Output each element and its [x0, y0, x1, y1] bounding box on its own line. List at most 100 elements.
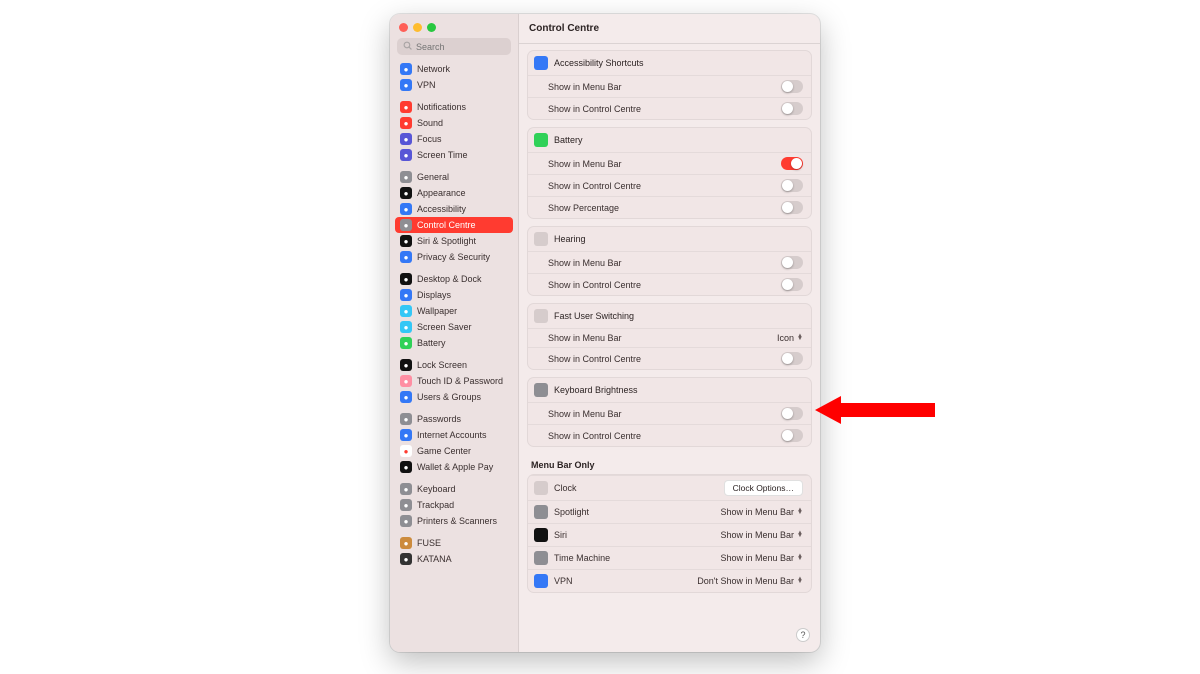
dropdown[interactable]: Show in Menu Bar▲▼: [721, 530, 804, 540]
chevron-updown-icon: ▲▼: [797, 532, 803, 538]
key-icon: ●: [400, 413, 412, 425]
toggle-switch[interactable]: [781, 278, 803, 291]
section-hearing: HearingShow in Menu BarShow in Control C…: [527, 226, 812, 296]
setting-label: Show in Control Centre: [548, 431, 641, 441]
sidebar-item-network[interactable]: ●Network: [395, 61, 513, 77]
sidebar-item-label: Focus: [417, 134, 442, 144]
sidebar-item-touch-id-password[interactable]: ●Touch ID & Password: [395, 373, 513, 389]
dropdown[interactable]: Show in Menu Bar▲▼: [721, 553, 804, 563]
search-input[interactable]: [416, 42, 533, 52]
row-icon: [534, 481, 548, 495]
sidebar-item-wallet-apple-pay[interactable]: ● Wallet & Apple Pay: [395, 459, 513, 475]
sidebar-item-trackpad[interactable]: ●Trackpad: [395, 497, 513, 513]
gear-icon: ●: [400, 171, 412, 183]
setting-row: Show in Control Centre: [528, 273, 811, 295]
toggle-switch[interactable]: [781, 157, 803, 170]
sidebar-item-accessibility[interactable]: ●Accessibility: [395, 201, 513, 217]
row-title: VPN: [554, 576, 573, 586]
sidebar-item-sound[interactable]: ●Sound: [395, 115, 513, 131]
help-button[interactable]: ?: [796, 628, 810, 642]
sidebar-item-label: FUSE: [417, 538, 441, 548]
row-title: Time Machine: [554, 553, 610, 563]
toggle-switch[interactable]: [781, 102, 803, 115]
toggle-switch[interactable]: [781, 80, 803, 93]
sidebar-item-label: Accessibility: [417, 204, 466, 214]
hourglass-icon: ●: [400, 149, 412, 161]
sound-icon: ●: [400, 117, 412, 129]
setting-row: Show in Menu Bar: [528, 402, 811, 424]
sidebar-item-notifications[interactable]: ●Notifications: [395, 99, 513, 115]
sidebar-item-privacy-security[interactable]: ●Privacy & Security: [395, 249, 513, 265]
zoom-window-button[interactable]: [427, 23, 436, 32]
sidebar-item-internet-accounts[interactable]: ●Internet Accounts: [395, 427, 513, 443]
sidebar-item-katana[interactable]: ●KATANA: [395, 551, 513, 567]
section-icon: [534, 383, 548, 397]
dropdown[interactable]: Don't Show in Menu Bar▲▼: [697, 576, 803, 586]
sidebar-item-game-center[interactable]: ●Game Center: [395, 443, 513, 459]
section-header: Accessibility Shortcuts: [528, 51, 811, 75]
section-fast-user-switching: Fast User SwitchingShow in Menu BarIcon▲…: [527, 303, 812, 370]
chevron-updown-icon: ▲▼: [797, 555, 803, 561]
display-icon: ●: [400, 289, 412, 301]
sidebar-item-lock-screen[interactable]: ●Lock Screen: [395, 357, 513, 373]
minimize-window-button[interactable]: [413, 23, 422, 32]
printer-icon: ●: [400, 515, 412, 527]
moon-icon: ●: [400, 133, 412, 145]
lock-icon: ●: [400, 359, 412, 371]
sidebar-item-label: Game Center: [417, 446, 471, 456]
annotation-arrow: [815, 396, 935, 424]
content-scroll[interactable]: Accessibility Shortcuts Show in Menu Bar S…: [519, 44, 820, 652]
section-title: Keyboard Brightness: [554, 385, 638, 395]
sidebar-item-focus[interactable]: ● Focus: [395, 131, 513, 147]
toggle-switch[interactable]: [781, 352, 803, 365]
section-title: Battery: [554, 135, 583, 145]
search-field[interactable]: [397, 38, 511, 55]
sidebar-item-general[interactable]: ●General: [395, 169, 513, 185]
menubar-row-time-machine: Time Machine Show in Menu Bar▲▼: [528, 546, 811, 569]
setting-row: Show in Control Centre: [528, 424, 811, 446]
sidebar-item-keyboard[interactable]: ●Keyboard: [395, 481, 513, 497]
sidebar-item-screen-time[interactable]: ● Screen Time: [395, 147, 513, 163]
toggle-switch[interactable]: [781, 429, 803, 442]
sidebar-item-label: Wallet & Apple Pay: [417, 462, 493, 472]
sidebar-item-label: Keyboard: [417, 484, 456, 494]
sidebar-item-printers-scanners[interactable]: ● Printers & Scanners: [395, 513, 513, 529]
sidebar-item-fuse[interactable]: ●FUSE: [395, 535, 513, 551]
sidebar-item-label: Appearance: [417, 188, 466, 198]
toggle-switch[interactable]: [781, 407, 803, 420]
sidebar-item-vpn[interactable]: ●VPN: [395, 77, 513, 93]
menubar-row-clock: ClockClock Options…: [528, 475, 811, 500]
sidebar-item-desktop-dock[interactable]: ●Desktop & Dock: [395, 271, 513, 287]
sidebar-item-label: Users & Groups: [417, 392, 481, 402]
close-window-button[interactable]: [399, 23, 408, 32]
toggle-switch[interactable]: [781, 201, 803, 214]
users-icon: ●: [400, 391, 412, 403]
appearance-icon: ●: [400, 187, 412, 199]
sidebar-item-label: Screen Time: [417, 150, 468, 160]
sidebar-item-label: Privacy & Security: [417, 252, 490, 262]
dropdown[interactable]: Show in Menu Bar▲▼: [721, 507, 804, 517]
sidebar-item-label: Screen Saver: [417, 322, 472, 332]
sidebar-item-users-groups[interactable]: ● Users & Groups: [395, 389, 513, 405]
sidebar-item-siri-spotlight[interactable]: ● Siri & Spotlight: [395, 233, 513, 249]
sidebar-item-displays[interactable]: ●Displays: [395, 287, 513, 303]
sidebar-item-battery[interactable]: ●Battery: [395, 335, 513, 351]
sidebar-item-wallpaper[interactable]: ●Wallpaper: [395, 303, 513, 319]
toggle-switch[interactable]: [781, 256, 803, 269]
sidebar-nav: ●Network●VPN●Notifications●Sound●Focus●S…: [395, 61, 513, 648]
page-title: Control Centre: [529, 23, 599, 34]
dropdown[interactable]: Icon▲▼: [777, 333, 803, 343]
clock-options-button[interactable]: Clock Options…: [724, 480, 803, 496]
wallet-icon: ●: [400, 461, 412, 473]
toggle-switch[interactable]: [781, 179, 803, 192]
sidebar-item-label: Printers & Scanners: [417, 516, 497, 526]
section-title: Fast User Switching: [554, 311, 634, 321]
sidebar-item-screen-saver[interactable]: ●Screen Saver: [395, 319, 513, 335]
row-icon: [534, 528, 548, 542]
sidebar-item-control-centre[interactable]: ●Control Centre: [395, 217, 513, 233]
sidebar-item-appearance[interactable]: ● Appearance: [395, 185, 513, 201]
section-icon: [534, 309, 548, 323]
siri-icon: ●: [400, 235, 412, 247]
sidebar-item-label: Siri & Spotlight: [417, 236, 476, 246]
sidebar-item-passwords[interactable]: ●Passwords: [395, 411, 513, 427]
